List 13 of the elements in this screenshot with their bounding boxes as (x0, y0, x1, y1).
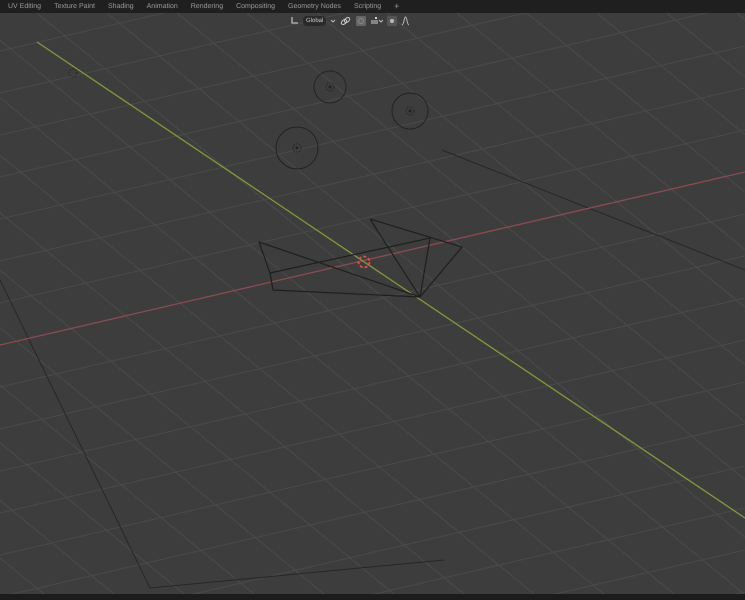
grid-snap-icon[interactable] (370, 16, 384, 25)
light-icon (314, 70, 346, 104)
3d-cursor-icon (358, 256, 370, 268)
light-icon (276, 126, 318, 170)
proportional-editing-icon[interactable] (387, 16, 398, 26)
light-icon (392, 92, 428, 130)
axes-icon (290, 16, 299, 25)
link-icon[interactable] (340, 16, 352, 26)
add-workspace-button[interactable]: + (394, 2, 400, 11)
caret-icon[interactable] (330, 18, 336, 24)
snap-toggle-icon[interactable] (356, 16, 366, 26)
falloff-curve-icon[interactable] (401, 16, 410, 26)
light-icon (68, 68, 78, 78)
